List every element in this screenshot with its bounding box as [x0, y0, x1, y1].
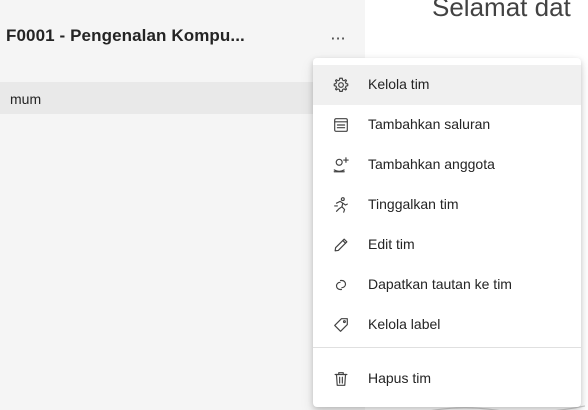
menu-item-label: Kelola tim: [368, 76, 430, 92]
more-options-button[interactable]: ···: [320, 22, 356, 54]
menu-item-leave-team[interactable]: Tinggalkan tim: [313, 185, 581, 225]
pencil-icon: [331, 235, 351, 255]
menu-item-edit-team[interactable]: Edit tim: [313, 225, 581, 265]
menu-item-label: Dapatkan tautan ke tim: [368, 276, 512, 292]
menu-item-add-channel[interactable]: Tambahkan saluran: [313, 105, 581, 145]
menu-item-label: Tinggalkan tim: [368, 196, 459, 212]
menu-item-label: Edit tim: [368, 236, 415, 252]
channel-item-general[interactable]: mum: [0, 82, 365, 114]
gear-icon: [331, 75, 351, 95]
menu-item-label: Kelola label: [368, 316, 441, 332]
menu-item-get-link[interactable]: Dapatkan tautan ke tim: [313, 265, 581, 305]
link-icon: [331, 275, 351, 295]
team-header: F0001 - Pengenalan Kompu... ···: [0, 22, 365, 54]
menu-divider: [313, 347, 581, 348]
team-sidebar: F0001 - Pengenalan Kompu... ··· mum: [0, 0, 365, 410]
team-title[interactable]: F0001 - Pengenalan Kompu...: [6, 26, 245, 46]
menu-item-manage-team[interactable]: Kelola tim: [313, 65, 581, 105]
menu-item-manage-tags[interactable]: Kelola label: [313, 305, 581, 345]
tag-icon: [331, 315, 351, 335]
menu-item-add-member[interactable]: Tambahkan anggota: [313, 145, 581, 185]
channel-list-icon: [331, 115, 351, 135]
menu-item-label: Tambahkan anggota: [368, 156, 495, 172]
menu-item-delete-team[interactable]: Hapus tim: [313, 359, 581, 399]
add-person-icon: [331, 155, 351, 175]
menu-item-label: Tambahkan saluran: [368, 116, 491, 132]
leave-walk-icon: [331, 195, 351, 215]
menu-item-label: Hapus tim: [368, 370, 432, 386]
teams-window: F0001 - Pengenalan Kompu... ··· mum Sela…: [0, 0, 588, 410]
welcome-heading: Selamat dat: [432, 0, 571, 22]
team-context-menu: Kelola tim Tambahkan saluran Tambahkan a…: [313, 58, 581, 407]
channel-label: mum: [10, 91, 42, 107]
trash-icon: [331, 369, 351, 389]
